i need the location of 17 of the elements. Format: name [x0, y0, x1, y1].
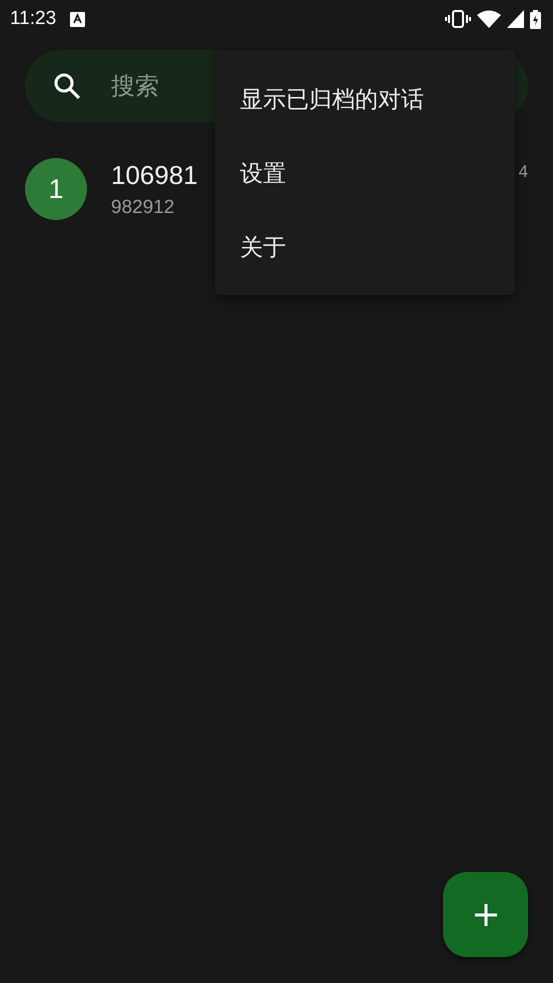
- conversation-title: 106981: [111, 160, 198, 190]
- keyboard-a-icon: [70, 12, 86, 26]
- signal-icon: [507, 10, 524, 28]
- menu-item[interactable]: 设置: [215, 136, 292, 210]
- new-conversation-button[interactable]: [443, 872, 528, 957]
- wifi-icon: [477, 10, 501, 28]
- search-icon: [53, 72, 81, 100]
- menu-item[interactable]: 关于: [215, 210, 292, 284]
- status-time: 11:23: [10, 8, 56, 30]
- vibrate-icon: [445, 10, 471, 28]
- menu-item[interactable]: 显示已归档的对话: [215, 62, 430, 136]
- search-placeholder: 搜索: [111, 72, 159, 102]
- message-time: 4: [518, 162, 528, 182]
- contact-avatar: 1: [25, 158, 87, 220]
- battery-icon: [530, 10, 541, 28]
- plus-icon: [474, 904, 496, 926]
- message-snippet: 982912: [111, 196, 174, 218]
